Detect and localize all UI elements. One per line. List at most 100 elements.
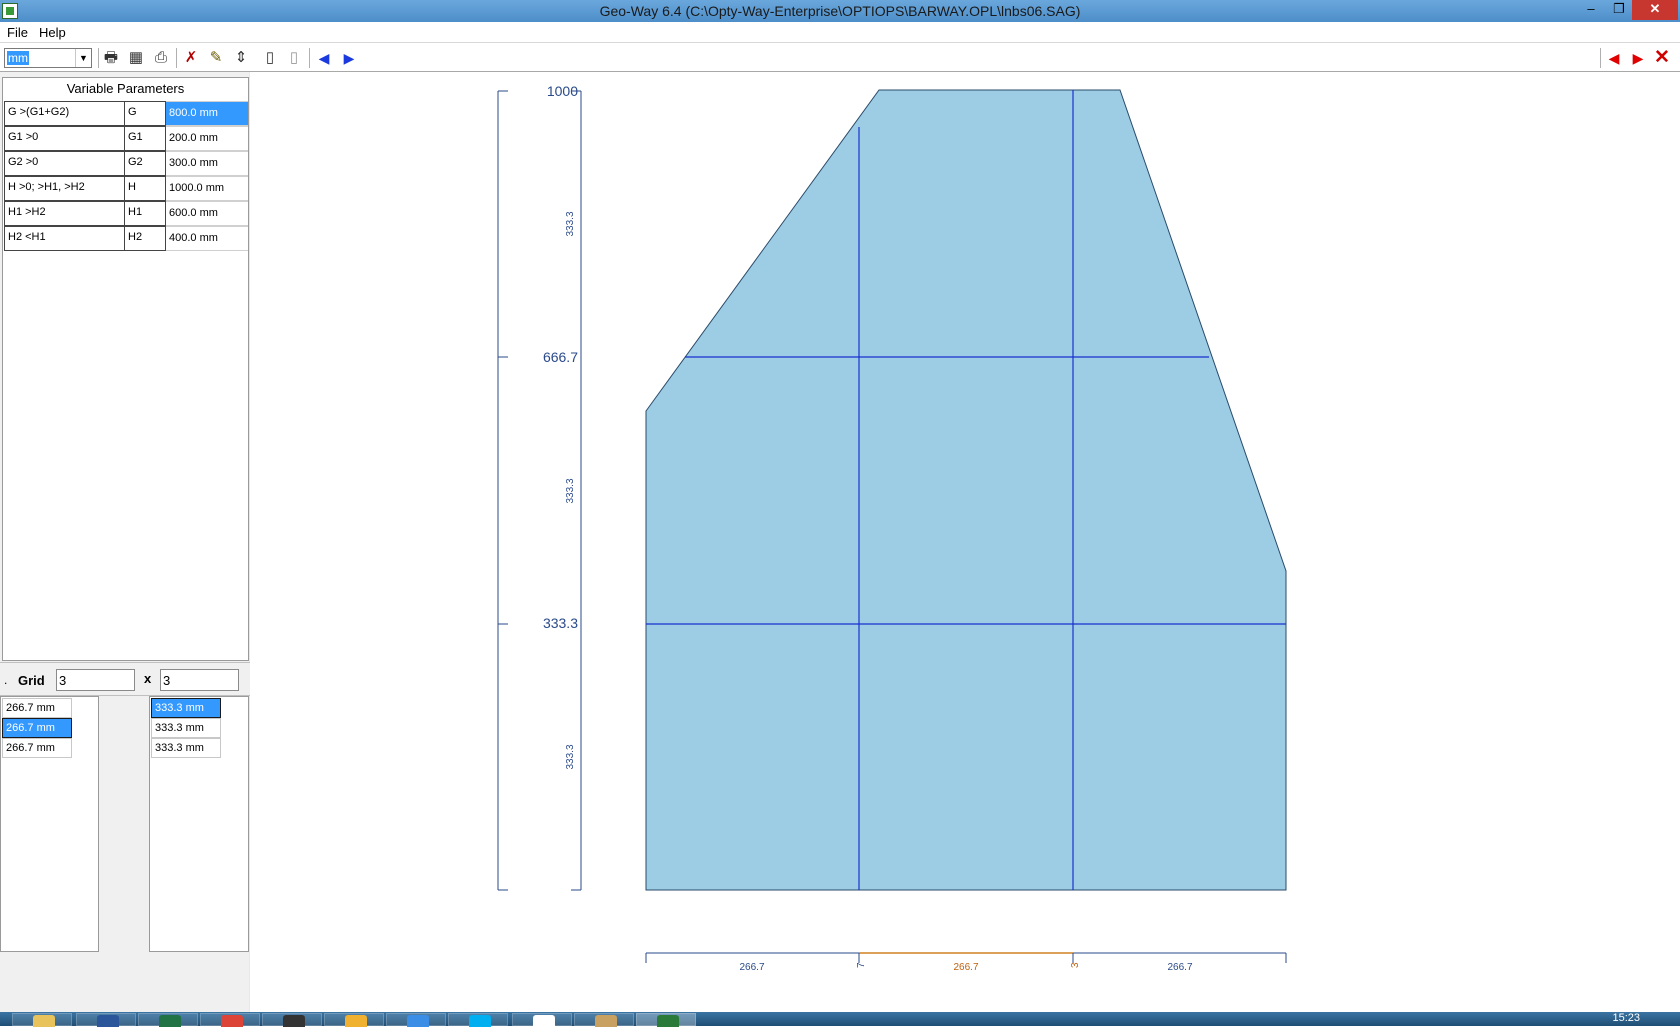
parameter-name: H1 — [125, 201, 166, 226]
browser-icon — [407, 1015, 429, 1027]
traffic-light-off-icon[interactable]: ▯ — [285, 49, 303, 67]
toolbar-divider — [1600, 48, 1601, 68]
parameter-condition: G1 >0 — [4, 126, 125, 151]
erase-pencil-icon[interactable]: ✗ — [182, 49, 200, 67]
parameter-condition: H1 >H2 — [4, 201, 125, 226]
excel-icon — [159, 1015, 181, 1027]
chrome-icon — [221, 1015, 243, 1027]
dimension-marker: 7 — [856, 962, 867, 968]
parameter-name: H2 — [125, 226, 166, 251]
toolbar-divider — [98, 48, 99, 68]
previous-blue-icon[interactable]: ◀ — [315, 49, 333, 67]
parameter-name: G2 — [125, 151, 166, 176]
toolbar-divider — [309, 48, 310, 68]
next-blue-icon[interactable]: ▶ — [340, 49, 358, 67]
grid-rows-input[interactable] — [160, 669, 239, 691]
parameter-value-field[interactable]: 400.0 mm — [166, 226, 248, 251]
toolbar-divider — [176, 48, 177, 68]
edit-pencil-icon[interactable]: ✎ — [207, 49, 225, 67]
column-width-list[interactable]: 266.7 mm 266.7 mm 266.7 mm — [0, 696, 99, 952]
unit-select[interactable]: mm ▼ — [4, 48, 92, 68]
maximize-button[interactable]: ❐ — [1604, 0, 1634, 20]
taskbar-explorer[interactable] — [12, 1013, 72, 1027]
menu-help[interactable]: Help — [39, 25, 66, 40]
drawing-canvas[interactable]: 1000 666.7 333.3 333.3 333.3 333.3 266.7 266.7 2… — [250, 72, 1680, 1012]
traffic-light-icon[interactable]: ▯ — [261, 49, 279, 67]
parameter-condition: G >(G1+G2) — [4, 101, 125, 126]
next-red-icon[interactable]: ▶ — [1629, 49, 1647, 67]
folder-icon — [33, 1015, 55, 1027]
taskbar-excel[interactable] — [138, 1013, 198, 1027]
dimension-label: 666.7 — [543, 349, 578, 365]
menu-file[interactable]: File — [7, 25, 28, 40]
parameter-value-field[interactable]: 600.0 mm — [166, 201, 248, 226]
skype-icon — [469, 1015, 491, 1027]
app-icon — [345, 1015, 367, 1027]
dimension-span-label: 266.7 — [739, 962, 764, 973]
parameter-value-field[interactable]: 800.0 mm — [166, 101, 248, 126]
printer-alt-icon[interactable]: ⎙ — [152, 49, 170, 67]
minimize-button[interactable]: – — [1576, 0, 1606, 20]
calculator-icon[interactable]: ▦ — [127, 49, 145, 67]
window-title: Geo-Way 6.4 (C:\Opty-Way-Enterprise\OPTI… — [599, 3, 1081, 19]
active-app-icon — [657, 1015, 679, 1027]
taskbar-app[interactable] — [324, 1013, 384, 1027]
parameter-name: G1 — [125, 126, 166, 151]
previous-red-icon[interactable]: ◀ — [1605, 49, 1623, 67]
print-icon[interactable]: 🖶 — [102, 49, 120, 67]
dimension-span-label: 333.3 — [565, 744, 576, 769]
parameter-name: G — [125, 101, 166, 126]
parameter-condition: G2 >0 — [4, 151, 125, 176]
grid-separator: x — [144, 671, 152, 686]
close-icon[interactable]: ✕ — [1653, 48, 1671, 67]
parameter-value-field[interactable]: 300.0 mm — [166, 151, 248, 176]
paint-icon — [595, 1015, 617, 1027]
dimension-span-label: 266.7 — [953, 962, 978, 973]
geoway-icon — [533, 1015, 555, 1027]
taskbar-chrome[interactable] — [200, 1013, 260, 1027]
grid-label: Grid — [18, 673, 45, 688]
parameter-condition: H >0; >H1, >H2 — [4, 176, 125, 201]
dimension-marker: 3 — [1070, 962, 1081, 968]
move-vertical-icon[interactable]: ⇕ — [232, 49, 250, 67]
taskbar-word[interactable] — [76, 1013, 136, 1027]
shape-outline — [645, 89, 1287, 891]
variable-parameters-panel: Variable Parameters G >(G1+G2) G 800.0 mm G… — [2, 77, 249, 661]
row-height-list[interactable]: 333.3 mm 333.3 mm 333.3 mm — [149, 696, 249, 952]
grid-bar: . Grid x — [0, 662, 250, 696]
row-height-item[interactable]: 333.3 mm — [151, 738, 221, 758]
parameter-name: H — [125, 176, 166, 201]
parameter-value-field[interactable]: 1000.0 mm — [166, 176, 248, 201]
dimension-label: 333.3 — [543, 615, 578, 631]
column-width-item[interactable]: 266.7 mm — [2, 698, 72, 718]
taskbar-active-app[interactable] — [636, 1013, 696, 1027]
parameters-title: Variable Parameters — [66, 81, 185, 96]
parameter-condition: H2 <H1 — [4, 226, 125, 251]
chevron-down-icon[interactable]: ▼ — [75, 49, 91, 67]
title-bar: Geo-Way 6.4 (C:\Opty-Way-Enterprise\OPTI… — [0, 0, 1680, 22]
unit-select-value: mm — [7, 51, 29, 65]
row-height-item[interactable]: 333.3 mm — [151, 718, 221, 738]
taskbar-paint[interactable] — [574, 1013, 634, 1027]
taskbar-media[interactable] — [262, 1013, 322, 1027]
grid-cols-input[interactable] — [56, 669, 135, 691]
dimension-label: 1000 — [547, 83, 578, 99]
word-icon — [97, 1015, 119, 1027]
row-height-item[interactable]: 333.3 mm — [151, 698, 221, 718]
parameter-value-field[interactable]: 200.0 mm — [166, 126, 248, 151]
menu-bar: File Help — [0, 22, 1680, 42]
taskbar-geoway[interactable] — [512, 1013, 572, 1027]
left-panel: Variable Parameters G >(G1+G2) G 800.0 mm G… — [0, 72, 250, 1012]
taskbar-ie[interactable] — [386, 1013, 446, 1027]
grid-prefix: . — [4, 673, 8, 687]
dimension-span-label: 266.7 — [1167, 962, 1192, 973]
close-window-button[interactable]: ✕ — [1632, 0, 1678, 20]
toolbar: mm ▼ 🖶 ▦ ⎙ ✗ ✎ ⇕ ▯ ▯ ◀ ▶ ◀ ▶ ✕ — [0, 42, 1680, 72]
shape-drawing[interactable]: 1000 666.7 333.3 333.3 333.3 333.3 266.7 266.7 2… — [250, 72, 1680, 1012]
dimension-span-label: 333.3 — [565, 211, 576, 236]
taskbar: 15:23 — [0, 1012, 1680, 1027]
column-width-item[interactable]: 266.7 mm — [2, 738, 72, 758]
taskbar-clock: 15:23 — [1612, 1012, 1640, 1024]
column-width-item[interactable]: 266.7 mm — [2, 718, 72, 738]
taskbar-skype[interactable] — [448, 1013, 508, 1027]
